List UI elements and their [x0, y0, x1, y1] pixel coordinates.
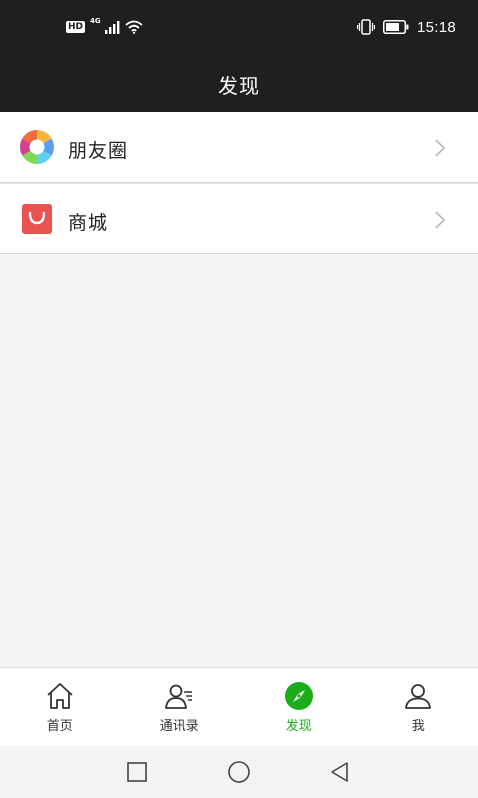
menu-item-label: 朋友圈 [68, 140, 129, 162]
chevron-right-icon [435, 211, 446, 229]
tab-contacts[interactable]: 通讯录 [120, 668, 240, 746]
recent-apps-icon[interactable] [125, 760, 149, 784]
status-left: HD 4G [66, 17, 143, 37]
tab-label: 发现 [285, 719, 312, 734]
vibrate-icon [356, 19, 375, 35]
tab-label: 通讯录 [159, 719, 199, 734]
tab-label: 我 [411, 719, 425, 734]
wifi-icon [125, 20, 143, 34]
menu-item-label: 商城 [68, 212, 109, 234]
status-bar: HD 4G 15:18 [0, 0, 478, 56]
tab-discover[interactable]: 发现 [239, 668, 359, 746]
home-circle-icon[interactable] [227, 760, 251, 784]
profile-icon [405, 684, 432, 709]
status-right: 15:18 [356, 17, 456, 37]
battery-icon [382, 20, 409, 34]
status-time: 15:18 [416, 18, 456, 36]
shopping-bag-icon [22, 204, 52, 234]
home-icon [47, 683, 73, 709]
compass-icon [284, 682, 313, 710]
tab-home[interactable]: 首页 [0, 668, 120, 746]
contacts-icon [165, 684, 193, 709]
title-bar: 发现 [0, 56, 478, 112]
network-type: 4G [90, 17, 101, 25]
chevron-right-icon [435, 139, 446, 157]
discover-menu-list: 朋友圈 商城 [0, 112, 478, 254]
system-nav-bar [0, 746, 478, 798]
moments-aperture-icon [20, 130, 54, 164]
signal-icon [104, 21, 120, 34]
tab-label: 首页 [46, 719, 73, 734]
menu-item-moments[interactable]: 朋友圈 [0, 112, 478, 183]
page-title: 发现 [218, 73, 260, 98]
bottom-tab-bar: 首页 通讯录 发现 我 [0, 667, 478, 746]
back-triangle-icon[interactable] [328, 760, 352, 784]
tab-me[interactable]: 我 [359, 668, 478, 746]
hd-badge: HD [66, 21, 86, 33]
menu-item-mall[interactable]: 商城 [0, 183, 478, 254]
